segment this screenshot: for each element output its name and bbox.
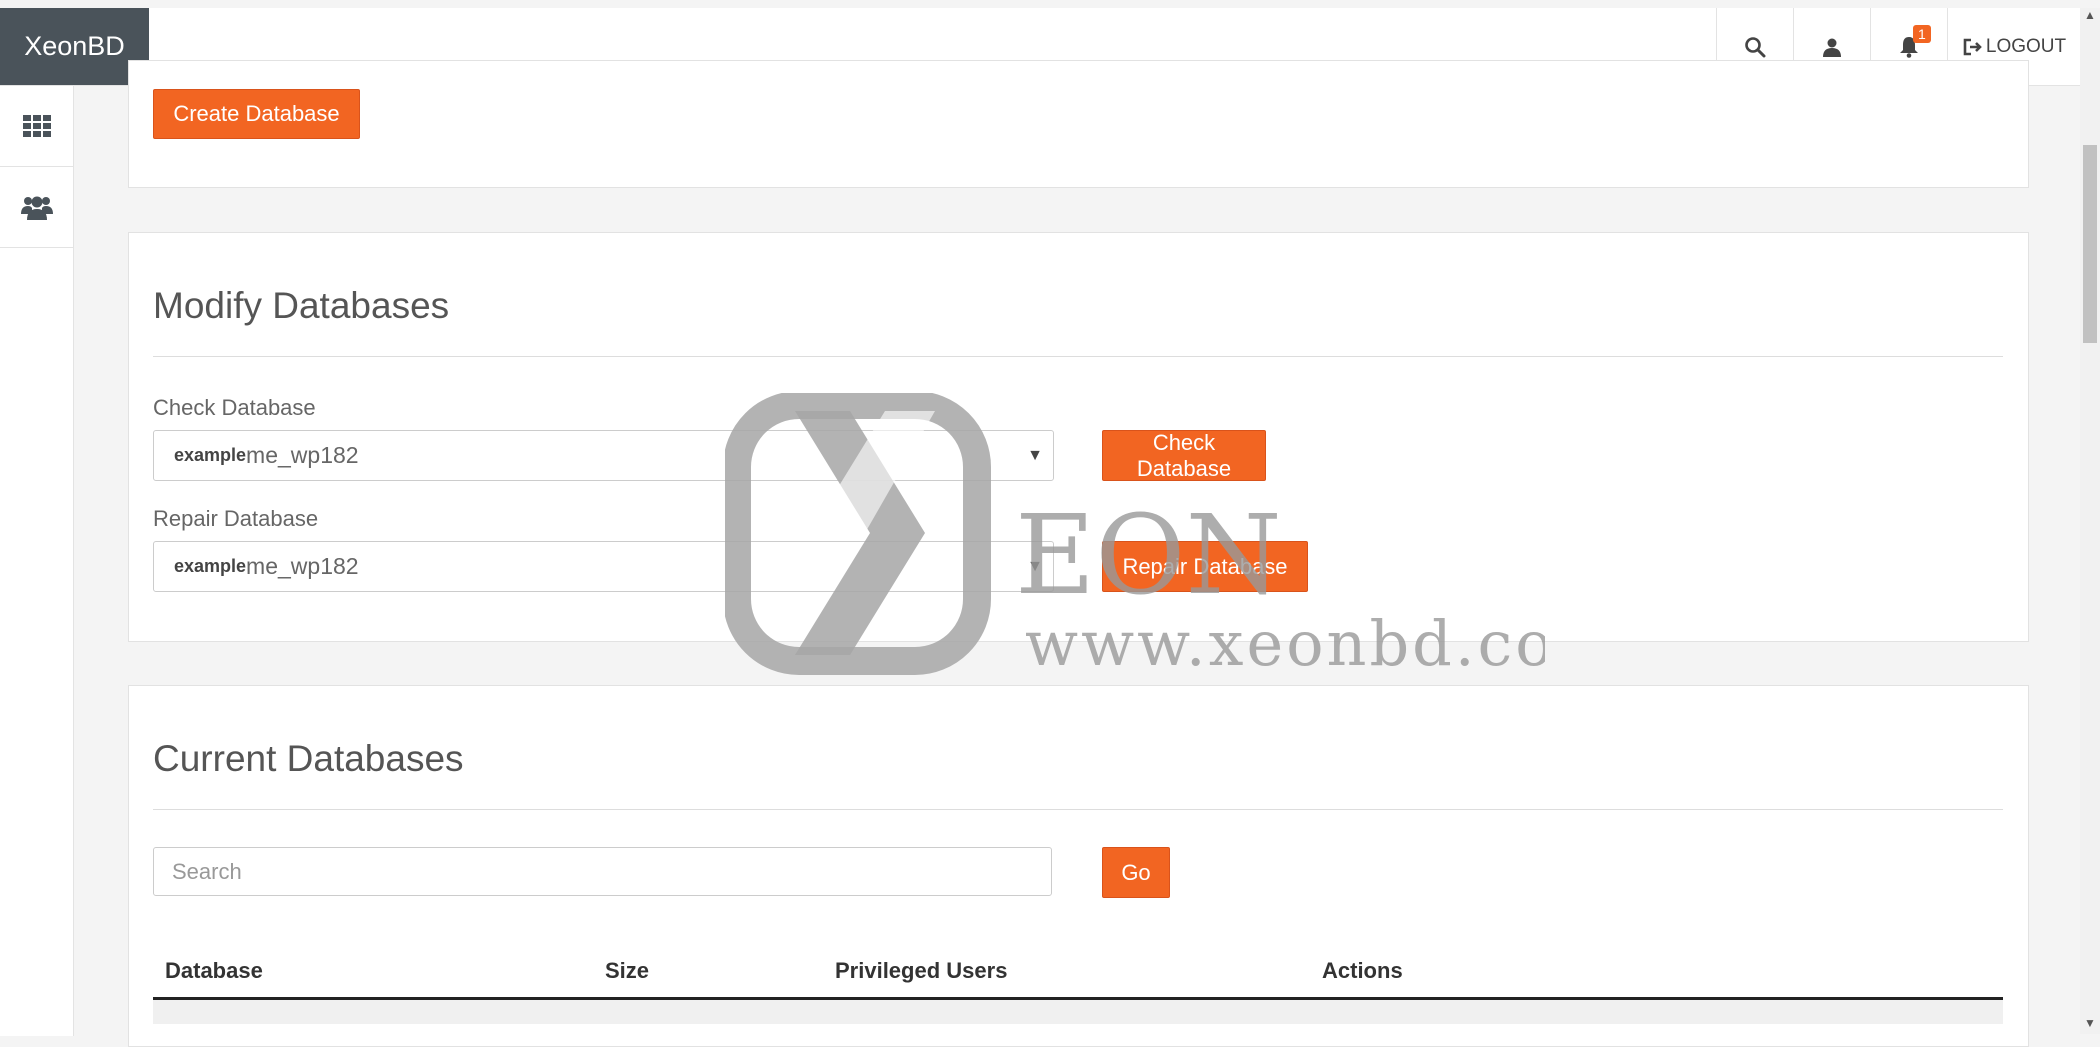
divider — [153, 356, 2003, 357]
sidebar-item-users[interactable] — [0, 167, 73, 248]
grid-icon — [22, 115, 51, 137]
vertical-scrollbar[interactable]: ▲ ▼ — [2080, 8, 2100, 1034]
db-prefix: example — [174, 556, 247, 576]
divider — [153, 809, 2003, 810]
scroll-thumb[interactable] — [2083, 145, 2097, 343]
scroll-down-icon[interactable]: ▼ — [2080, 1016, 2100, 1030]
go-button[interactable]: Go — [1102, 847, 1170, 898]
sidebar — [0, 86, 74, 1036]
create-database-panel: Create Database — [128, 60, 2029, 188]
column-header-size[interactable]: Size — [605, 958, 649, 984]
repair-database-label: Repair Database — [153, 506, 319, 531]
logout-label: LOGOUT — [1985, 35, 2067, 57]
repair-database-button[interactable]: Repair Database — [1102, 541, 1308, 592]
modify-databases-title: Modify Databases — [153, 285, 450, 326]
search-icon — [1745, 36, 1766, 57]
db-prefix: example — [174, 445, 247, 465]
sidebar-item-apps[interactable] — [0, 86, 73, 167]
chevron-down-icon: ▼ — [1027, 446, 1043, 464]
brand-logo[interactable]: XeonBD — [0, 8, 149, 85]
current-databases-title: Current Databases — [153, 738, 464, 779]
column-header-actions: Actions — [1322, 958, 1403, 983]
create-database-button[interactable]: Create Database — [153, 89, 360, 139]
current-databases-panel: Current Databases Go Database Size Privi… — [128, 685, 2029, 1047]
notification-badge: 1 — [1913, 25, 1931, 43]
logout-icon — [1963, 38, 1982, 55]
check-database-select[interactable]: example me_wp182 ▼ — [153, 430, 1054, 481]
chevron-down-icon: ▼ — [1027, 557, 1043, 575]
column-header-privileged-users: Privileged Users — [835, 958, 1008, 983]
user-icon — [1823, 38, 1841, 57]
check-database-button[interactable]: Check Database — [1102, 430, 1266, 481]
search-input[interactable] — [153, 847, 1052, 896]
db-name: me_wp182 — [246, 553, 359, 579]
check-database-label: Check Database — [153, 395, 316, 420]
repair-database-select[interactable]: example me_wp182 ▼ — [153, 541, 1054, 592]
scroll-up-icon[interactable]: ▲ — [2080, 8, 2100, 22]
column-header-database[interactable]: Database — [165, 958, 263, 984]
table-row — [153, 1000, 2003, 1024]
db-name: me_wp182 — [246, 442, 359, 468]
users-icon — [20, 196, 53, 220]
modify-databases-panel: Modify Databases Check Database example … — [128, 232, 2029, 642]
